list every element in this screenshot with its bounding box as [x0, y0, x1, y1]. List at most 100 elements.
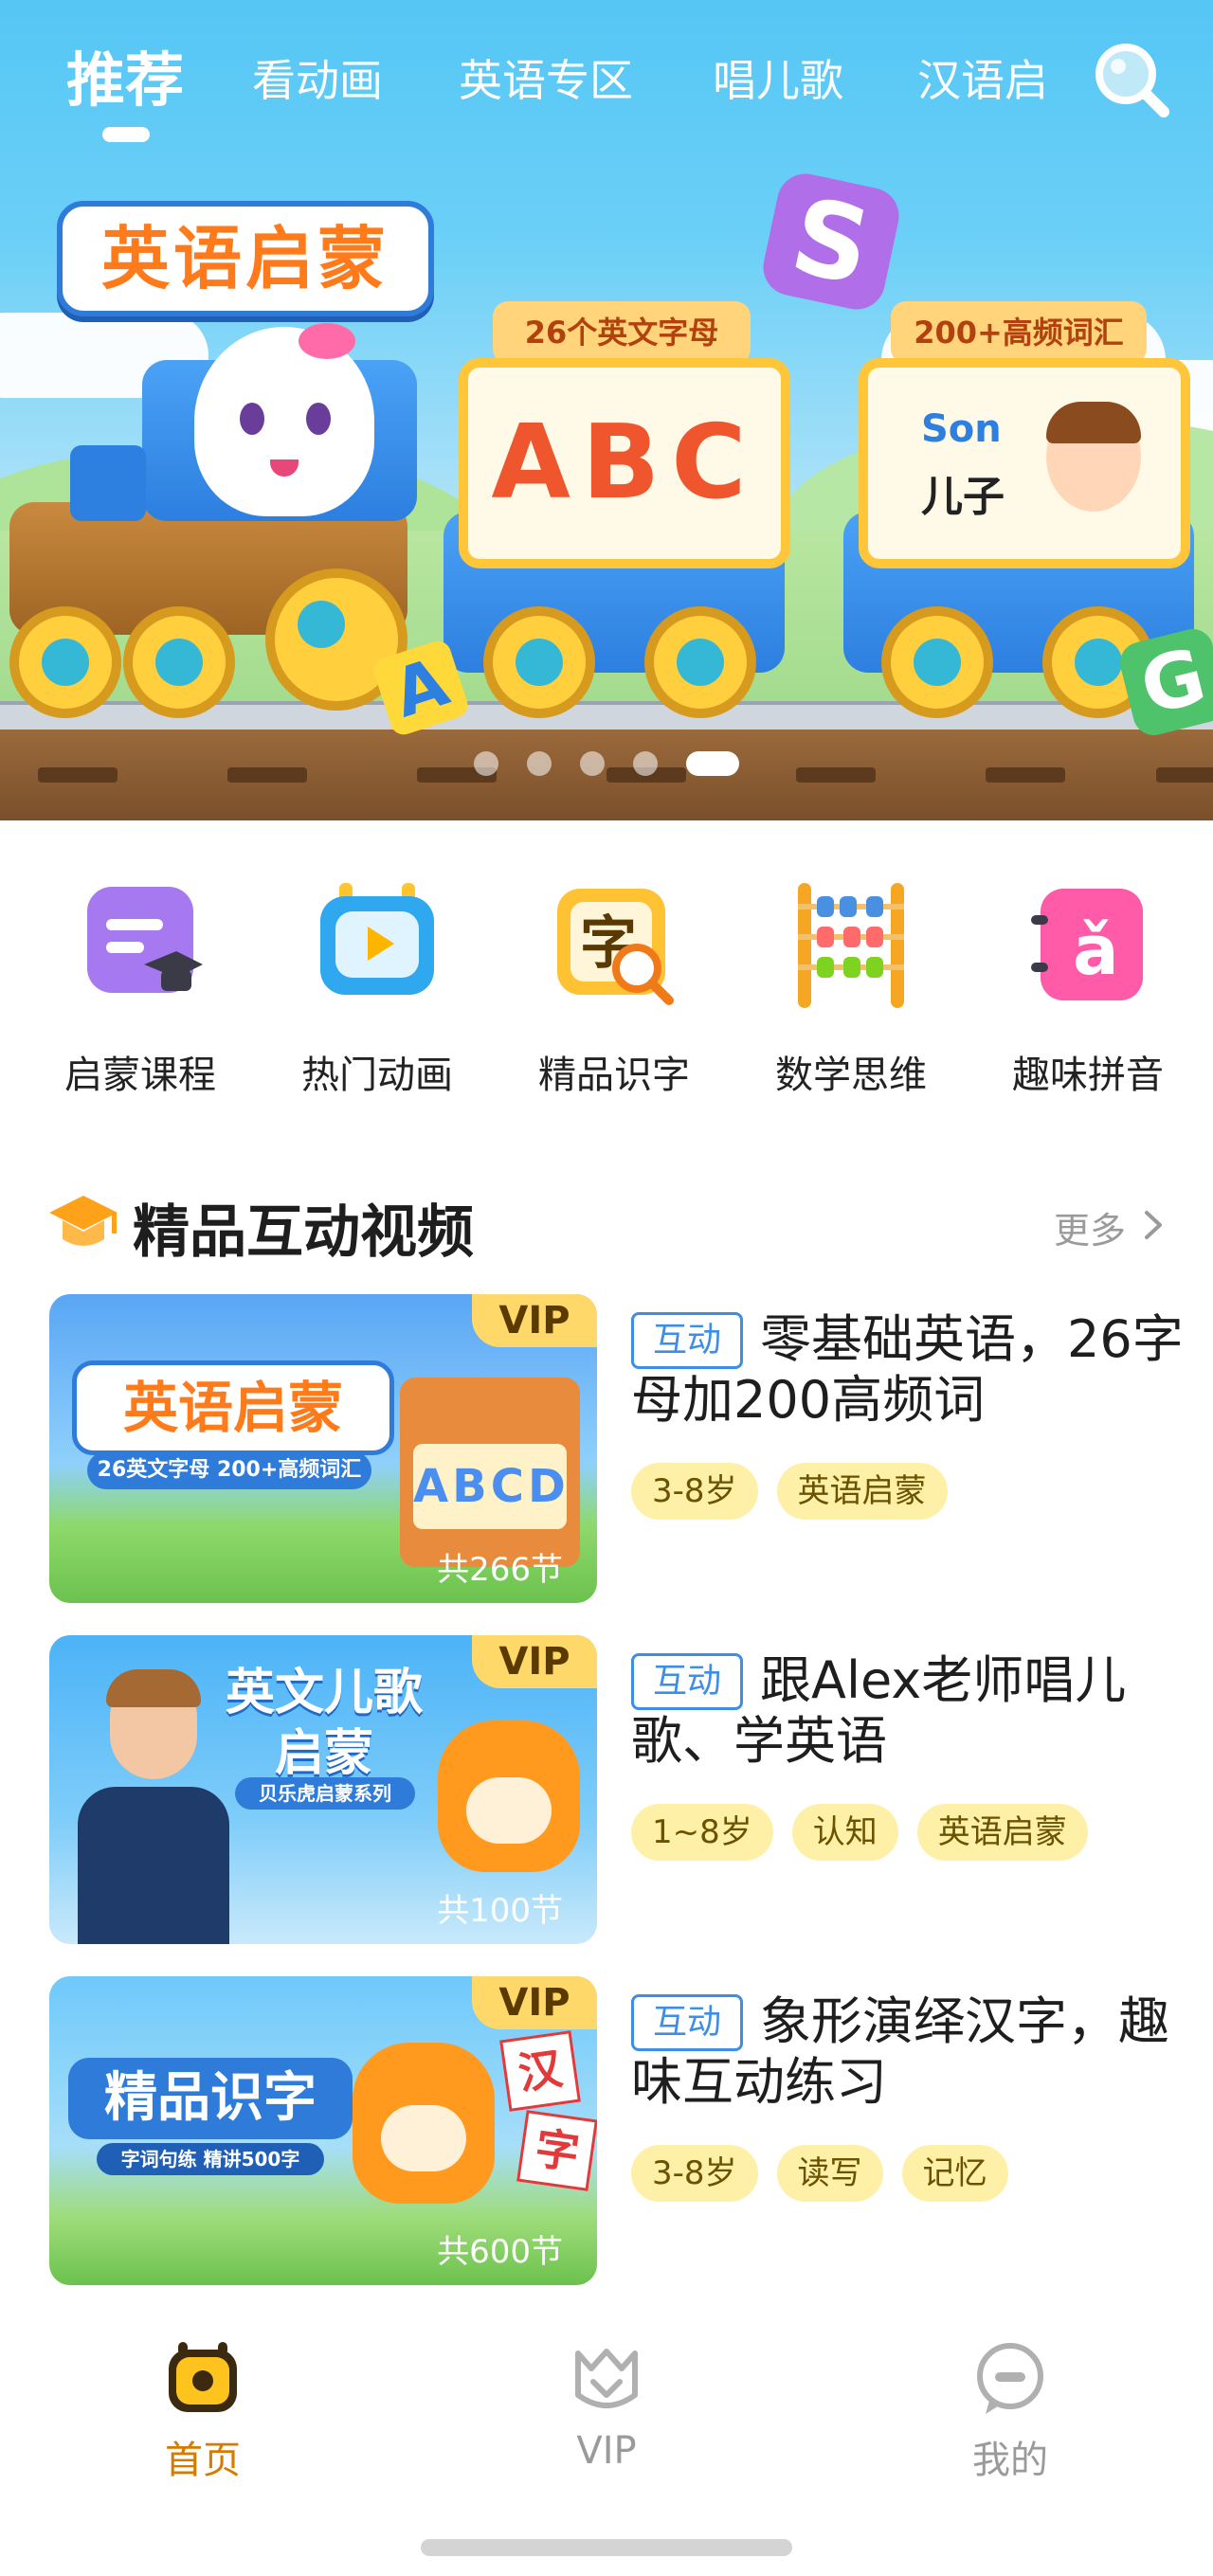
interactive-badge: 互动 [631, 1994, 744, 2051]
wheel [483, 606, 595, 718]
course-card[interactable]: 英文儿歌 启蒙 贝乐虎启蒙系列 VIP 共100节 互动 跟Alex老师唱儿歌、学… [49, 1635, 1168, 1948]
search-icon[interactable] [1092, 40, 1169, 117]
nav-label: VIP [576, 2429, 637, 2473]
tag: 英语启蒙 [776, 1463, 948, 1520]
course-tags: 1~8岁 认知 英语启蒙 [631, 1804, 1107, 1861]
top-tab-bar: 推荐 看动画 英语专区 唱儿歌 汉语启 [0, 38, 1213, 123]
banner-headline-badge: 英语启蒙 [57, 201, 434, 316]
rail-bed [0, 730, 1213, 820]
wagon-2-tag: 200+高频词汇 [891, 301, 1147, 364]
letter-s-block: S [757, 168, 905, 315]
tab-english-zone[interactable]: 英语专区 [459, 38, 633, 123]
character-magnifier-icon: 字 [557, 889, 674, 1005]
vip-badge: VIP [472, 1976, 597, 2029]
abc-letters: ABC [491, 404, 758, 522]
thumb-subtitle: 26英文字母 200+高频词汇 [87, 1451, 371, 1489]
tag: 读写 [776, 2145, 883, 2202]
lesson-count: 共100节 [437, 1892, 563, 1930]
course-title-block[interactable]: 互动 跟Alex老师唱儿歌、学英语 [631, 1650, 1200, 1772]
nav-label: 首页 [165, 2439, 241, 2482]
svg-text:ǎ: ǎ [1073, 910, 1119, 990]
category-course[interactable]: 启蒙课程 [36, 883, 226, 1110]
nav-vip[interactable]: VIP [464, 2312, 749, 2501]
hanzi-card: 字 [516, 2110, 597, 2191]
course-title-block[interactable]: 互动 零基础英语，26字母加200高频词 [631, 1309, 1200, 1431]
tag: 3-8岁 [631, 2145, 758, 2202]
interactive-badge: 互动 [631, 1312, 744, 1369]
category-pinyin[interactable]: ǎ 趣味拼音 [984, 883, 1173, 1110]
category-cartoons[interactable]: 热门动画 [273, 883, 462, 1110]
tab-recommend[interactable]: 推荐 [66, 38, 184, 123]
tab-chinese[interactable]: 汉语启 [917, 38, 1048, 123]
home-indicator [421, 2539, 792, 2556]
chevron-right-icon[interactable] [1143, 1209, 1164, 1241]
word-english: Son [921, 407, 1002, 451]
carousel-dot[interactable] [474, 751, 498, 776]
thumb-title: 英语启蒙 [122, 1376, 343, 1440]
vip-crown-icon [575, 2349, 638, 2408]
hero-banner[interactable]: 推荐 看动画 英语专区 唱儿歌 汉语启 英语启蒙 S 26个英文字母 ABC A… [0, 0, 1213, 820]
tiger-mascot [438, 1720, 580, 1872]
wheel [881, 606, 993, 718]
carousel-dot-active[interactable] [686, 751, 739, 776]
word-chinese: 儿子 [921, 473, 1005, 521]
tab-cartoons[interactable]: 看动画 [252, 38, 383, 123]
course-thumbnail[interactable]: 英语启蒙 26英文字母 200+高频词汇 ABCD VIP 共266节 [49, 1294, 597, 1603]
wagon-2-card: Son 儿子 [859, 358, 1190, 568]
tv-play-icon [320, 883, 434, 995]
course-title-block[interactable]: 互动 象形演绎汉字，趣味互动练习 [631, 1991, 1200, 2113]
category-math[interactable]: 数学思维 [747, 883, 936, 1110]
nav-mine[interactable]: 我的 [868, 2312, 1152, 2501]
tiger-mascot [353, 2043, 495, 2204]
course-tags: 3-8岁 读写 记忆 [631, 2145, 1027, 2202]
tag: 3-8岁 [631, 1463, 758, 1520]
tag: 认知 [791, 1804, 898, 1861]
graduation-cap-icon [49, 1196, 118, 1246]
course-tags: 3-8岁 英语启蒙 [631, 1463, 967, 1520]
course-thumbnail[interactable]: 精品识字 字词句练 精讲500字 汉 字 VIP 共600节 [49, 1976, 597, 2285]
lesson-count: 共600节 [437, 2233, 563, 2271]
abacus-icon [798, 883, 904, 1008]
wagon-1-tag: 26个英文字母 [493, 301, 751, 364]
banner-headline: 英语启蒙 [100, 219, 389, 298]
more-link[interactable]: 更多 [1054, 1201, 1126, 1253]
category-label: 启蒙课程 [64, 1054, 216, 1097]
course-card[interactable]: 英语启蒙 26英文字母 200+高频词汇 ABCD VIP 共266节 互动 零基… [49, 1294, 1184, 1607]
vip-badge: VIP [472, 1294, 597, 1347]
course-thumbnail[interactable]: 英文儿歌 启蒙 贝乐虎启蒙系列 VIP 共100节 [49, 1635, 597, 1944]
cat-mascot [194, 323, 374, 516]
thumb-subtitle: 字词句练 精讲500字 [97, 2143, 324, 2175]
carousel-dot[interactable] [633, 751, 658, 776]
letter-shop: ABCD [400, 1378, 580, 1567]
pinyin-book-icon: ǎ [1031, 889, 1143, 1000]
lesson-count: 共266节 [437, 1551, 563, 1589]
bottom-nav: 首页 VIP 我的 [0, 2312, 1213, 2530]
hanzi-card: 汉 [499, 2030, 581, 2112]
wheel [644, 606, 756, 718]
nav-home[interactable]: 首页 [61, 2312, 345, 2501]
wheel [123, 606, 235, 718]
wagon-1-card: ABC [459, 358, 790, 568]
boy-face [1046, 402, 1141, 512]
category-literacy[interactable]: 字 精品识字 [510, 883, 699, 1110]
carousel-dot[interactable] [580, 751, 605, 776]
teacher-figure [78, 1669, 229, 1944]
tag: 记忆 [901, 2145, 1008, 2202]
category-label: 数学思维 [775, 1054, 927, 1097]
section-title: 精品互动视频 [133, 1199, 474, 1266]
chat-bubble-icon [977, 2343, 1043, 2414]
thumb-badge: 精品识字 [68, 2058, 353, 2139]
thumb-badge: 英语启蒙 [72, 1360, 394, 1455]
course-book-icon [87, 887, 203, 993]
carousel-dot[interactable] [527, 751, 552, 776]
locomotive-chimney [70, 445, 146, 521]
nav-label: 我的 [972, 2439, 1048, 2482]
course-card[interactable]: 精品识字 字词句练 精讲500字 汉 字 VIP 共600节 互动 象形演绎汉字，… [49, 1976, 1169, 2289]
category-label: 热门动画 [301, 1054, 453, 1097]
tab-nursery-songs[interactable]: 唱儿歌 [713, 38, 843, 123]
interactive-badge: 互动 [631, 1653, 744, 1710]
vip-badge: VIP [472, 1635, 597, 1688]
home-tv-icon [169, 2342, 237, 2412]
thumb-title-2: 启蒙 [274, 1725, 373, 1782]
wheel [9, 606, 121, 718]
